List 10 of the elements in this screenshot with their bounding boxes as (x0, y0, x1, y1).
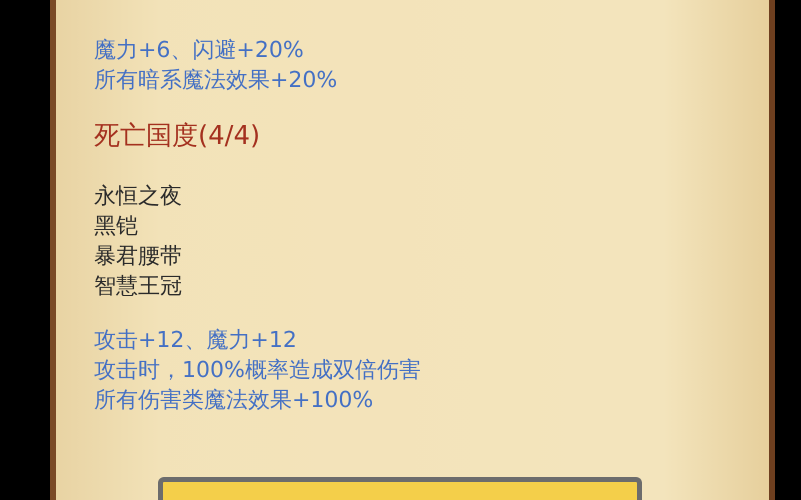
bonus-text: 所有伤害类魔法效果+100% (94, 388, 374, 413)
bonus-text: 攻击+12、魔力+12 (94, 328, 297, 353)
set-title: 死亡国度(4/4) (94, 120, 260, 152)
bonus-text: 魔力+6、闪避+20% (94, 38, 304, 63)
item-name: 智慧王冠 (94, 274, 182, 299)
bonus-text: 所有暗系魔法效果+20% (94, 68, 338, 93)
item-name: 暴君腰带 (94, 244, 182, 269)
bonus-text: 攻击时，100%概率造成双倍伤害 (94, 358, 421, 383)
item-name: 黑铠 (94, 214, 138, 239)
item-name: 永恒之夜 (94, 184, 182, 209)
